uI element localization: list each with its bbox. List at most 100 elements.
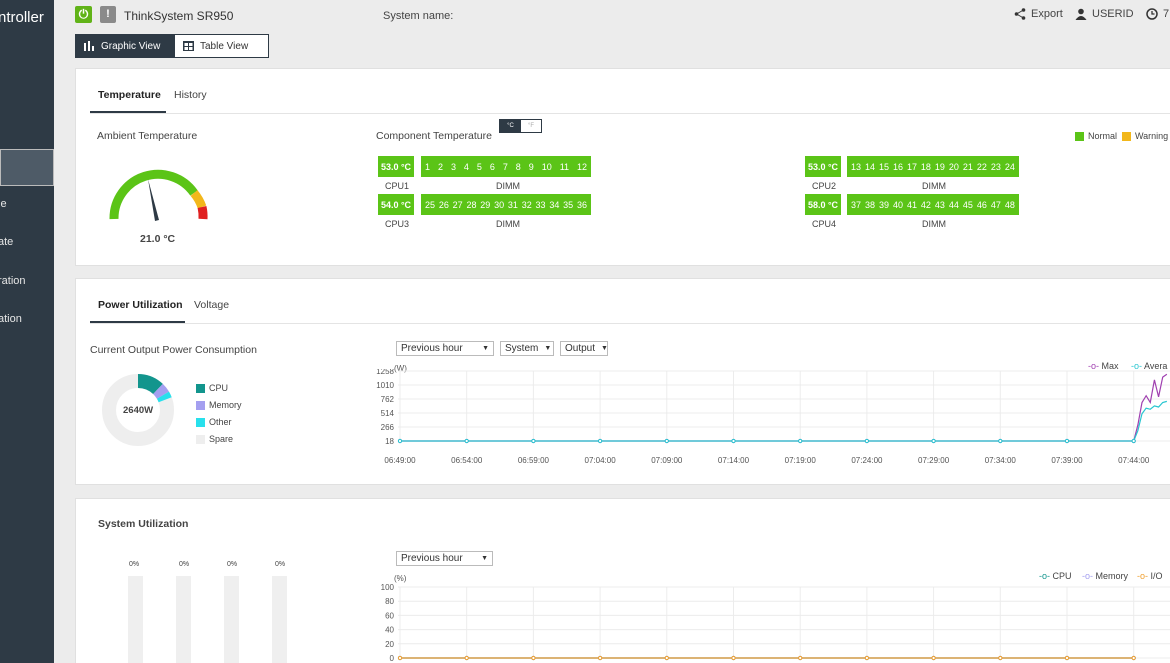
- dimm-slot[interactable]: 29: [480, 200, 490, 210]
- dimm-slot[interactable]: 28: [466, 200, 476, 210]
- dimm-slot[interactable]: 38: [865, 200, 875, 210]
- legend-memory: Memory: [196, 400, 242, 411]
- dimm-slot[interactable]: 32: [522, 200, 532, 210]
- dimm-slot[interactable]: 6: [490, 162, 495, 172]
- dimm-slot[interactable]: 25: [425, 200, 435, 210]
- dimm-slot[interactable]: 2: [438, 162, 443, 172]
- dimm-slot[interactable]: 13: [851, 162, 861, 172]
- sidebar-item-1[interactable]: le: [0, 198, 7, 210]
- dimm-slot[interactable]: 7: [503, 162, 508, 172]
- dimm-slot[interactable]: 31: [508, 200, 518, 210]
- user-menu[interactable]: USERID: [1075, 8, 1134, 20]
- export-button[interactable]: Export: [1014, 8, 1063, 20]
- graphic-view-button[interactable]: Graphic View: [76, 35, 175, 57]
- dimm-slot[interactable]: 3: [451, 162, 456, 172]
- fahrenheit-option[interactable]: °F: [521, 120, 541, 132]
- tab-history[interactable]: History: [174, 89, 207, 101]
- dimm-slot[interactable]: 40: [893, 200, 903, 210]
- time-range-select[interactable]: Previous hour ▼: [396, 341, 494, 356]
- power-data-point: [731, 438, 736, 444]
- dimm-slot[interactable]: 21: [963, 162, 973, 172]
- cpu1-dimm-group[interactable]: 1 2 3 4 5 6 7 8 9 10 11 12: [421, 156, 591, 177]
- dimm-slot[interactable]: 15: [879, 162, 889, 172]
- dimm-slot[interactable]: 34: [549, 200, 559, 210]
- dimm-slot[interactable]: 10: [542, 162, 552, 172]
- cpu4-temp[interactable]: 58.0 °C: [805, 194, 841, 215]
- power-consumption-title: Current Output Power Consumption: [90, 344, 257, 356]
- dimm-slot[interactable]: 37: [851, 200, 861, 210]
- util-data-point: [397, 655, 403, 661]
- dimm-slot[interactable]: 11: [560, 162, 569, 172]
- celsius-option[interactable]: °C: [500, 120, 521, 132]
- dimm-slot[interactable]: 46: [977, 200, 987, 210]
- bar-chart-icon: [84, 41, 94, 51]
- tab-temperature[interactable]: Temperature: [98, 89, 161, 101]
- dimm-slot[interactable]: 36: [577, 200, 587, 210]
- dimm-slot[interactable]: 27: [453, 200, 463, 210]
- sidebar-item-3[interactable]: ration: [0, 275, 26, 287]
- user-icon: [1075, 8, 1087, 20]
- power-x-tick: 06:49:00: [384, 456, 416, 465]
- dimm-slot[interactable]: 24: [1005, 162, 1015, 172]
- dimm-slot[interactable]: 16: [893, 162, 903, 172]
- dimm-slot[interactable]: 18: [921, 162, 931, 172]
- util-time-range-select[interactable]: Previous hour ▼: [396, 551, 493, 566]
- legend-normal: Normal: [1075, 131, 1117, 142]
- table-view-button[interactable]: Table View: [175, 35, 268, 57]
- unit-toggle[interactable]: °C °F: [499, 119, 542, 133]
- dimm-slot[interactable]: 22: [977, 162, 987, 172]
- ambient-temp-label: Ambient Temperature: [97, 130, 198, 142]
- app-brand: ntroller: [0, 9, 44, 26]
- cpu1-temp[interactable]: 53.0 °C: [378, 156, 414, 177]
- tab-divider: [90, 323, 1170, 324]
- cpu3-dimm-group[interactable]: 25 26 27 28 29 30 31 32 33 34 35 36: [421, 194, 591, 215]
- dimm-slot[interactable]: 4: [464, 162, 469, 172]
- tab-power-utilization[interactable]: Power Utilization: [98, 299, 183, 311]
- dimm-slot[interactable]: 33: [536, 200, 546, 210]
- dimm-slot[interactable]: 19: [935, 162, 945, 172]
- sidebar-selected-item[interactable]: [0, 149, 54, 186]
- dimm-slot[interactable]: 20: [949, 162, 959, 172]
- power-data-point: [1131, 438, 1136, 444]
- system-utilization-card: System Utilization 0% 0% 0% 0% Previous …: [75, 498, 1170, 663]
- dimm-slot[interactable]: 48: [1005, 200, 1015, 210]
- sidebar-item-2[interactable]: ate: [0, 236, 13, 248]
- dimm-slot[interactable]: 44: [949, 200, 959, 210]
- cpu4-dimm-group[interactable]: 37 38 39 40 41 42 43 44 45 46 47 48: [847, 194, 1019, 215]
- dimm-slot[interactable]: 45: [963, 200, 973, 210]
- cpu2-temp[interactable]: 53.0 °C: [805, 156, 841, 177]
- legend-util-memory: -o- Memory: [1082, 571, 1129, 581]
- dimm-slot[interactable]: 5: [477, 162, 482, 172]
- cpu3-temp[interactable]: 54.0 °C: [378, 194, 414, 215]
- dimm-slot[interactable]: 41: [907, 200, 917, 210]
- util-y-tick: 100: [381, 583, 395, 592]
- dimm-slot[interactable]: 9: [529, 162, 534, 172]
- dimm-slot[interactable]: 23: [991, 162, 1001, 172]
- dimm-slot[interactable]: 8: [516, 162, 521, 172]
- dimm-slot[interactable]: 43: [935, 200, 945, 210]
- dimm-slot[interactable]: 39: [879, 200, 889, 210]
- direction-select[interactable]: Output ▼: [560, 341, 608, 356]
- dimm-slot[interactable]: 42: [921, 200, 931, 210]
- dimm-slot[interactable]: 12: [577, 162, 587, 172]
- cpu2-dimm-label: DIMM: [922, 181, 946, 191]
- dimm-slot[interactable]: 47: [991, 200, 1001, 210]
- scope-select[interactable]: System ▼: [500, 341, 554, 356]
- tab-voltage[interactable]: Voltage: [194, 299, 229, 311]
- server-model: ThinkSystem SR950: [124, 9, 234, 23]
- cpu2-dimm-group[interactable]: 13 14 15 16 17 18 19 20 21 22 23 24: [847, 156, 1019, 177]
- system-utilization-title: System Utilization: [98, 518, 189, 530]
- dimm-slot[interactable]: 26: [439, 200, 449, 210]
- util-data-point: [1131, 655, 1136, 661]
- alert-icon[interactable]: !: [100, 6, 116, 23]
- power-icon[interactable]: ⏻: [75, 6, 92, 23]
- dimm-slot[interactable]: 30: [494, 200, 504, 210]
- dimm-slot[interactable]: 14: [865, 162, 875, 172]
- dimm-slot[interactable]: 1: [425, 162, 430, 172]
- cpu2-label: CPU2: [812, 181, 837, 191]
- dimm-slot[interactable]: 17: [907, 162, 917, 172]
- util-data-point: [1064, 655, 1070, 661]
- dimm-slot[interactable]: 35: [563, 200, 573, 210]
- sidebar-item-4[interactable]: ation: [0, 313, 22, 325]
- power-card: Power Utilization Voltage Current Output…: [75, 278, 1170, 485]
